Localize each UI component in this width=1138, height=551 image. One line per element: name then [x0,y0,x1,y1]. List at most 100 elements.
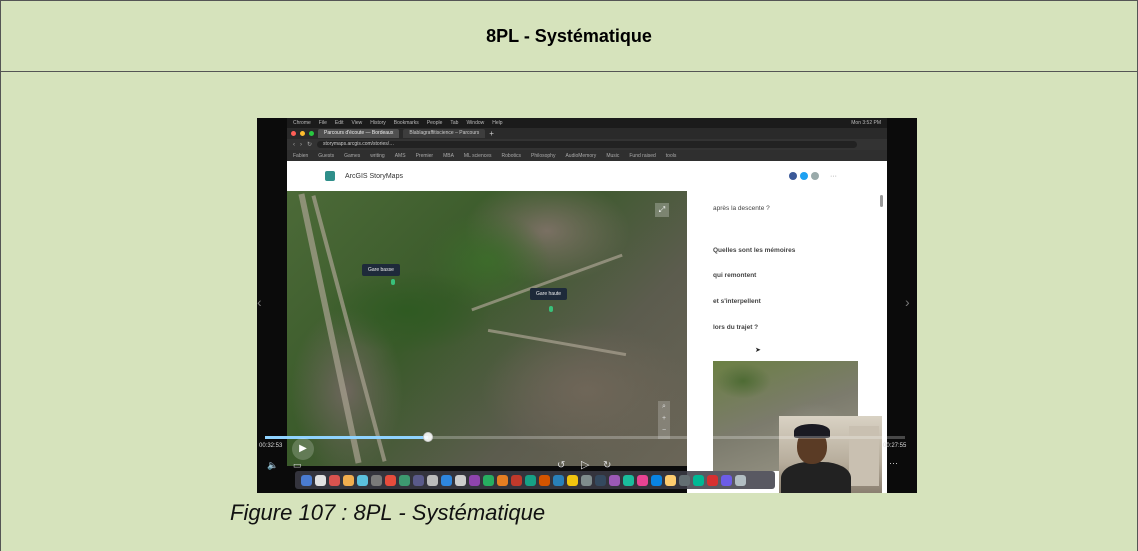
zoom-icon[interactable]: ⌕ + − [658,401,670,439]
menu-item[interactable]: History [370,118,386,128]
app-icon[interactable] [525,474,536,486]
bookmark-item[interactable]: Guests [318,153,334,159]
app-icon[interactable] [441,474,452,486]
app-icon[interactable] [693,474,704,486]
app-icon[interactable] [553,474,564,486]
more-icon[interactable]: ··· [889,458,898,468]
bookmark-item[interactable]: MBA [443,153,454,159]
app-icon[interactable] [581,474,592,486]
browser-tab[interactable]: Parcours d'écoute — Bordeaux [318,129,400,138]
menu-item[interactable]: Bookmarks [394,118,419,128]
new-tab-icon[interactable]: + [489,129,494,138]
link-icon[interactable] [811,172,819,180]
bookmark-item[interactable]: writing [370,153,384,159]
menu-item[interactable]: Help [492,118,502,128]
storymaps-brand[interactable]: ArcGIS StoryMaps [345,173,403,180]
bookmark-item[interactable]: ML sciences [464,153,492,159]
overlay-play-button[interactable]: ▶ [292,438,314,460]
maximize-window-icon[interactable] [309,131,314,136]
app-icon[interactable] [511,474,522,486]
chevron-right-icon[interactable]: › [905,294,910,310]
app-icon[interactable] [637,474,648,486]
rewind-icon[interactable]: ↺ [557,460,565,471]
more-options-icon[interactable]: ··· [830,173,837,180]
time-elapsed: 00:32:53 [259,443,283,449]
close-window-icon[interactable] [291,131,296,136]
menu-item[interactable]: Edit [335,118,344,128]
app-icon[interactable] [483,474,494,486]
browser-tab[interactable]: Blablagraffitiscience – Parcours [403,129,486,138]
chrome-icon[interactable] [329,474,340,486]
app-icon[interactable] [539,474,550,486]
menu-item[interactable]: Tab [450,118,458,128]
bookmark-item[interactable]: AMS [395,153,406,159]
mac-dock [295,471,775,489]
app-icon[interactable] [413,474,424,486]
figure-caption: Figure 107 : 8PL - Systématique [230,500,546,525]
panel-scrollbar[interactable] [880,195,883,207]
trash-icon[interactable] [735,474,746,486]
menu-item[interactable]: View [351,118,362,128]
minimize-window-icon[interactable] [300,131,305,136]
menu-item[interactable]: File [319,118,327,128]
app-icon[interactable] [385,474,396,486]
app-icon[interactable] [651,474,662,486]
app-icon[interactable] [567,474,578,486]
bookmark-item[interactable]: Games [344,153,360,159]
map-road [487,328,627,357]
app-icon[interactable] [343,474,354,486]
app-icon[interactable] [427,474,438,486]
menu-item[interactable]: Chrome [293,118,311,128]
app-icon[interactable] [469,474,480,486]
url-field[interactable]: storymaps.arcgis.com/stories/… [317,141,857,148]
facebook-icon[interactable] [789,172,797,180]
app-icon[interactable] [679,474,690,486]
app-icon[interactable] [371,474,382,486]
launchpad-icon[interactable] [315,474,326,486]
app-icon[interactable] [595,474,606,486]
menu-item[interactable]: People [427,118,443,128]
map-pin-icon[interactable] [391,279,395,285]
storymaps-logo-icon [325,171,335,181]
bookmark-item[interactable]: Music [606,153,619,159]
bookmark-item[interactable]: AudioMemory [565,153,596,159]
bookmark-item[interactable]: Fund raised [629,153,655,159]
app-icon[interactable] [497,474,508,486]
map-label-gare-basse[interactable]: Gare basse [362,264,400,276]
map-pin-icon[interactable] [549,306,553,312]
satellite-map[interactable]: Gare basse Gare haute ⤢ ⌕ + − [287,191,687,466]
app-icon[interactable] [609,474,620,486]
app-icon[interactable] [721,474,732,486]
app-icon[interactable] [623,474,634,486]
story-line: et s'interpellent [713,298,761,305]
video-player[interactable]: Chrome File Edit View History Bookmarks … [257,118,917,493]
mac-menubar: Chrome File Edit View History Bookmarks … [287,118,887,128]
back-icon[interactable]: ‹ [293,142,295,148]
forward-icon[interactable]: ↻ [603,460,611,471]
bookmark-item[interactable]: tools [666,153,677,159]
app-icon[interactable] [707,474,718,486]
bookmark-item[interactable]: Premier [416,153,434,159]
video-progress-bar[interactable] [265,436,905,439]
app-icon[interactable] [357,474,368,486]
bookmark-item[interactable]: Fabien [293,153,308,159]
app-icon[interactable] [399,474,410,486]
reload-icon[interactable]: ↻ [307,141,312,148]
menu-item[interactable]: Window [466,118,484,128]
app-icon[interactable] [455,474,466,486]
map-road [298,193,362,464]
expand-icon[interactable]: ⤢ [655,203,669,217]
bookmarks-bar: Fabien Guests Games writing AMS Premier … [287,150,887,161]
map-label-gare-haute[interactable]: Gare haute [530,288,568,300]
volume-icon[interactable]: 🔈 [267,460,278,471]
app-icon[interactable] [665,474,676,486]
play-icon[interactable]: ▷ [581,458,589,471]
finder-icon[interactable] [301,474,312,486]
twitter-icon[interactable] [800,172,808,180]
forward-nav-icon[interactable]: › [300,142,302,148]
bookmark-item[interactable]: Philosophy [531,153,555,159]
video-progress-fill [265,436,429,439]
chevron-left-icon[interactable]: ‹ [257,294,262,310]
captions-icon[interactable]: ▭ [293,460,302,471]
bookmark-item[interactable]: Robotics [502,153,521,159]
